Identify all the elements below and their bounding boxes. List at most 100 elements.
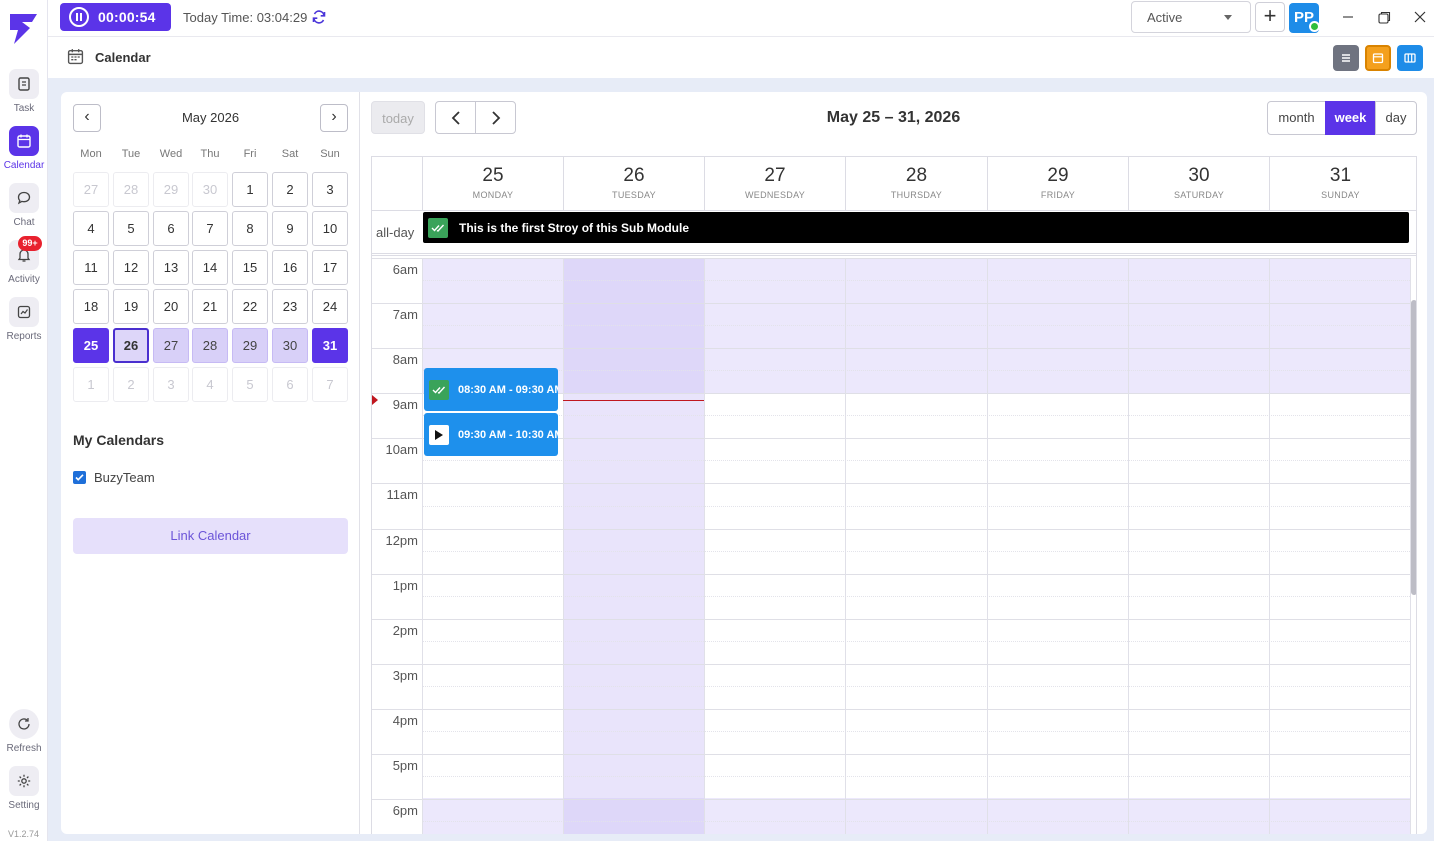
rail-setting[interactable]: Setting [0, 766, 48, 816]
day-header-tue[interactable]: 26 TUESDAY [563, 157, 704, 210]
event-time: 09:30 AM - 10:30 AM [458, 428, 558, 441]
mini-day[interactable]: 12 [113, 250, 149, 285]
half-hour-line [422, 280, 1410, 281]
calendar-icon [9, 126, 39, 156]
mini-day[interactable]: 1 [73, 367, 109, 402]
mini-next-month-button[interactable]: › [320, 104, 348, 132]
event-time: 08:30 AM - 09:30 AM [458, 383, 558, 396]
time-label: 7am [392, 307, 418, 322]
minimize-button[interactable] [1339, 8, 1357, 26]
rail-reports[interactable]: Reports [0, 297, 48, 347]
mini-day[interactable]: 21 [192, 289, 228, 324]
mini-day-in-range[interactable]: 29 [232, 328, 268, 363]
mini-day[interactable]: 18 [73, 289, 109, 324]
restore-button[interactable] [1375, 8, 1393, 26]
mini-day-in-range[interactable]: 28 [192, 328, 228, 363]
mini-day[interactable]: 7 [192, 211, 228, 246]
mini-day[interactable]: 4 [73, 211, 109, 246]
time-label: 10am [385, 442, 418, 457]
half-hour-line [422, 776, 1410, 777]
mini-day-selected-end[interactable]: 31 [312, 328, 348, 363]
rail-task[interactable]: Task [0, 69, 48, 119]
list-view-toggle[interactable] [1333, 45, 1359, 71]
mini-day[interactable]: 3 [312, 172, 348, 207]
mini-day[interactable]: 19 [113, 289, 149, 324]
day-name: SUNDAY [1321, 190, 1360, 200]
mini-day-selected-start[interactable]: 25 [73, 328, 109, 363]
mini-day[interactable]: 30 [192, 172, 228, 207]
mini-day[interactable]: 23 [272, 289, 308, 324]
rail-activity[interactable]: 99+ Activity [0, 236, 48, 290]
status-select[interactable]: Active [1131, 1, 1251, 33]
timer-pause-button[interactable]: 00:00:54 [60, 3, 171, 31]
add-button[interactable]: + [1255, 2, 1285, 32]
time-label: 12pm [385, 533, 418, 548]
mini-day[interactable]: 3 [153, 367, 189, 402]
weekday-label: Thu [200, 148, 220, 160]
day-header-sun[interactable]: 31 SUNDAY [1269, 157, 1411, 210]
link-calendar-button[interactable]: Link Calendar [73, 518, 348, 554]
mini-day[interactable]: 1 [232, 172, 268, 207]
mini-day[interactable]: 9 [272, 211, 308, 246]
weekday-label: Tue [121, 148, 141, 160]
view-day-button[interactable]: day [1375, 101, 1417, 135]
mini-day[interactable]: 16 [272, 250, 308, 285]
mini-day[interactable]: 20 [153, 289, 189, 324]
mini-day[interactable]: 4 [192, 367, 228, 402]
column-divider [563, 258, 564, 834]
day-name: THURSDAY [890, 190, 943, 200]
mini-day[interactable]: 5 [232, 367, 268, 402]
minimize-icon [1343, 16, 1353, 18]
day-header-mon[interactable]: 25 MONDAY [422, 157, 563, 210]
close-button[interactable] [1411, 8, 1429, 26]
mini-day[interactable]: 5 [113, 211, 149, 246]
mini-day[interactable]: 2 [272, 172, 308, 207]
day-header-thu[interactable]: 28 THURSDAY [845, 157, 987, 210]
calendar-event[interactable]: 08:30 AM - 09:30 AM [424, 368, 558, 411]
list-icon [1342, 54, 1350, 62]
double-check-icon [428, 217, 448, 238]
time-label: 9am [392, 397, 418, 412]
mini-day[interactable]: 11 [73, 250, 109, 285]
mini-day[interactable]: 7 [312, 367, 348, 402]
mini-day[interactable]: 17 [312, 250, 348, 285]
mini-day[interactable]: 2 [113, 367, 149, 402]
calendar-view-toggle[interactable] [1365, 45, 1391, 71]
mini-day[interactable]: 15 [232, 250, 268, 285]
mini-day[interactable]: 29 [153, 172, 189, 207]
board-view-toggle[interactable] [1397, 45, 1423, 71]
mini-day[interactable]: 24 [312, 289, 348, 324]
time-label: 6pm [392, 803, 418, 818]
my-calendars-title: My Calendars [73, 432, 165, 448]
sync-icon[interactable] [311, 9, 327, 25]
mini-day[interactable]: 6 [272, 367, 308, 402]
calendar-event[interactable]: 09:30 AM - 10:30 AM [424, 413, 558, 456]
buzyteam-checkbox[interactable] [73, 471, 86, 484]
mini-day[interactable]: 28 [113, 172, 149, 207]
day-header-fri[interactable]: 29 FRIDAY [987, 157, 1128, 210]
rail-refresh[interactable]: Refresh [0, 709, 48, 759]
rail-calendar[interactable]: Calendar [0, 126, 48, 176]
half-hour-line [422, 506, 1410, 507]
mini-day[interactable]: 8 [232, 211, 268, 246]
mini-day-in-range[interactable]: 27 [153, 328, 189, 363]
day-name: WEDNESDAY [744, 190, 806, 200]
mini-day[interactable]: 10 [312, 211, 348, 246]
hour-row[interactable]: 6pm [372, 799, 1410, 834]
mini-day[interactable]: 27 [73, 172, 109, 207]
mini-day[interactable]: 6 [153, 211, 189, 246]
vertical-scrollbar[interactable] [1411, 300, 1416, 595]
day-header-wed[interactable]: 27 WEDNESDAY [704, 157, 845, 210]
allday-event[interactable]: This is the first Stroy of this Sub Modu… [423, 212, 1409, 243]
rail-chat-label: Chat [13, 217, 35, 228]
view-week-button[interactable]: week [1325, 101, 1376, 135]
chat-icon [9, 183, 39, 213]
mini-day[interactable]: 22 [232, 289, 268, 324]
rail-chat[interactable]: Chat [0, 183, 48, 233]
mini-day[interactable]: 14 [192, 250, 228, 285]
mini-day[interactable]: 13 [153, 250, 189, 285]
mini-day-in-range[interactable]: 30 [272, 328, 308, 363]
view-month-button[interactable]: month [1267, 101, 1326, 135]
day-header-sat[interactable]: 30 SATURDAY [1128, 157, 1269, 210]
mini-day-today[interactable]: 26 [113, 328, 149, 363]
